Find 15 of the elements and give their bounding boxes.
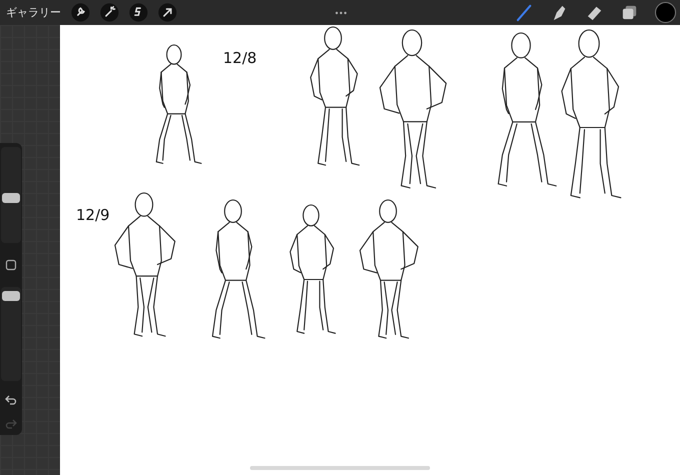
square-icon[interactable] <box>5 259 17 271</box>
date-label: 12/9 <box>76 206 110 224</box>
date-label: 12/8 <box>223 49 257 67</box>
opacity-slider[interactable] <box>1 287 21 381</box>
slider-thumb[interactable] <box>2 291 20 302</box>
gallery-button[interactable]: ギャラリー <box>6 5 61 20</box>
undo-icon[interactable] <box>5 395 17 405</box>
magic-wand-icon[interactable] <box>100 3 119 22</box>
layers-icon[interactable] <box>620 3 639 22</box>
slider-thumb[interactable] <box>2 192 20 203</box>
brush-size-slider[interactable] <box>1 147 21 243</box>
color-swatch[interactable] <box>655 2 676 23</box>
more-icon[interactable] <box>335 10 347 14</box>
s-curve-icon[interactable] <box>129 3 148 22</box>
brush-icon[interactable] <box>515 3 534 22</box>
